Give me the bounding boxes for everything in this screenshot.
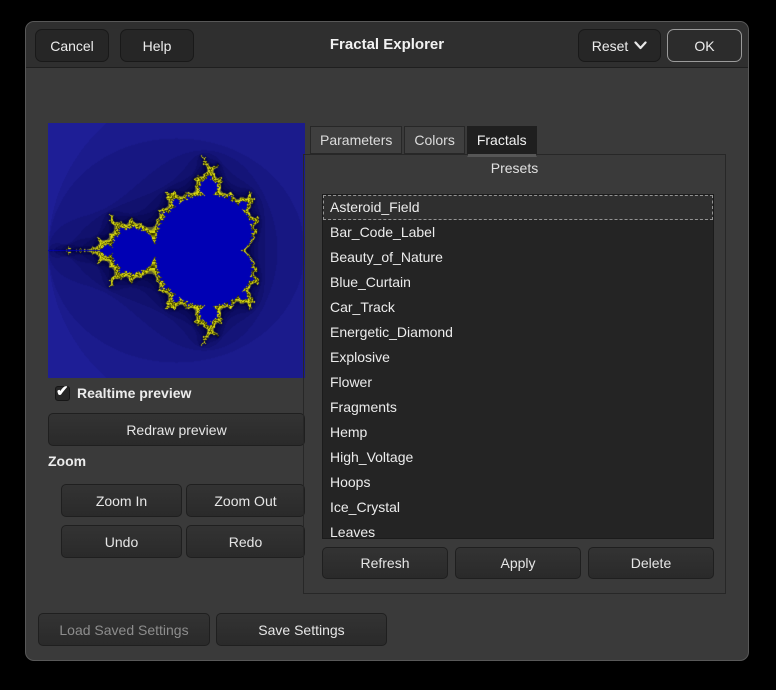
tab-fractals[interactable]: Fractals <box>467 126 537 157</box>
save-settings-label: Save Settings <box>258 622 344 638</box>
preset-item[interactable]: Fragments <box>323 395 713 420</box>
preset-list[interactable]: Asteroid_FieldBar_Code_LabelBeauty_of_Na… <box>322 194 714 539</box>
preset-item[interactable]: Energetic_Diamond <box>323 320 713 345</box>
zoom-out-button[interactable]: Zoom Out <box>186 484 305 517</box>
realtime-preview-row: ✔ Realtime preview <box>55 385 191 401</box>
screen: { "window": { "title": "Fractal Explorer… <box>0 0 776 690</box>
cancel-button-label: Cancel <box>50 38 94 54</box>
ok-button-label: OK <box>694 38 714 54</box>
load-saved-settings-button[interactable]: Load Saved Settings <box>38 613 210 646</box>
save-settings-button[interactable]: Save Settings <box>216 613 387 646</box>
preset-item[interactable]: Ice_Crystal <box>323 495 713 520</box>
fractal-explorer-dialog: Cancel Help Fractal Explorer Reset OK ✔ … <box>25 21 749 661</box>
preset-item[interactable]: Beauty_of_Nature <box>323 245 713 270</box>
reset-button-label: Reset <box>592 38 629 54</box>
help-button-label: Help <box>143 38 172 54</box>
undo-label: Undo <box>105 534 138 550</box>
preset-item[interactable]: Asteroid_Field <box>323 195 713 220</box>
tab-colors[interactable]: Colors <box>404 126 464 154</box>
zoom-in-label: Zoom In <box>96 493 147 509</box>
redo-label: Redo <box>229 534 262 550</box>
preset-item[interactable]: Bar_Code_Label <box>323 220 713 245</box>
checkmark-icon: ✔ <box>56 383 69 400</box>
preset-item[interactable]: Hoops <box>323 470 713 495</box>
zoom-out-label: Zoom Out <box>214 493 276 509</box>
realtime-preview-checkbox[interactable]: ✔ <box>55 386 70 401</box>
tab-parameters[interactable]: Parameters <box>310 126 402 154</box>
preset-item[interactable]: Blue_Curtain <box>323 270 713 295</box>
presets-frame: Presets Asteroid_FieldBar_Code_LabelBeau… <box>303 154 726 594</box>
redraw-preview-label: Redraw preview <box>126 422 226 438</box>
preset-action-row: RefreshApplyDelete <box>322 547 714 579</box>
undo-button[interactable]: Undo <box>61 525 182 558</box>
redraw-preview-button[interactable]: Redraw preview <box>48 413 305 446</box>
preset-item[interactable]: Flower <box>323 370 713 395</box>
redo-button[interactable]: Redo <box>186 525 305 558</box>
reset-dropdown-button[interactable]: Reset <box>578 29 661 62</box>
cancel-button[interactable]: Cancel <box>35 29 109 62</box>
preset-item[interactable]: Car_Track <box>323 295 713 320</box>
zoom-in-button[interactable]: Zoom In <box>61 484 182 517</box>
apply-preset-button[interactable]: Apply <box>455 547 581 579</box>
preset-item[interactable]: Leaves <box>323 520 713 539</box>
help-button[interactable]: Help <box>120 29 194 62</box>
dialog-header: Cancel Help Fractal Explorer Reset OK <box>26 22 748 68</box>
preset-item[interactable]: High_Voltage <box>323 445 713 470</box>
tab-bar: ParametersColorsFractals <box>310 126 539 157</box>
realtime-preview-label: Realtime preview <box>77 385 191 401</box>
load-saved-settings-label: Load Saved Settings <box>59 622 188 638</box>
ok-button[interactable]: OK <box>667 29 742 62</box>
refresh-preset-button[interactable]: Refresh <box>322 547 448 579</box>
fractal-preview-image[interactable] <box>48 123 305 378</box>
chevron-down-icon <box>634 41 647 50</box>
delete-preset-button[interactable]: Delete <box>588 547 714 579</box>
preset-item[interactable]: Explosive <box>323 345 713 370</box>
preset-item[interactable]: Hemp <box>323 420 713 445</box>
presets-title: Presets <box>304 160 725 176</box>
zoom-section-label: Zoom <box>48 453 86 469</box>
